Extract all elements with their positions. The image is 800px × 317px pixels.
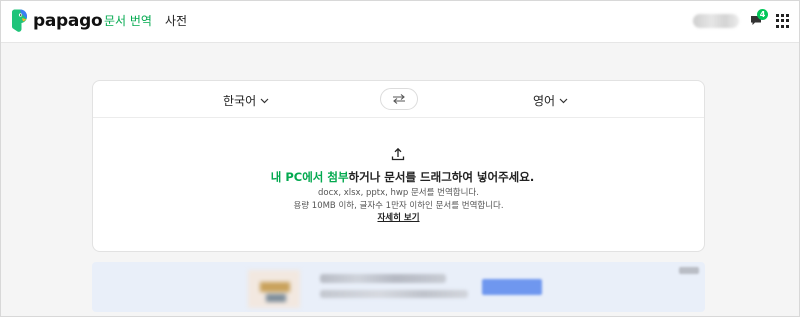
view-details-link[interactable]: 자세히 보기 — [93, 211, 704, 223]
upload-instruction-text: 하거나 문서를 드래그하여 넣어주세요. — [348, 170, 535, 184]
header-right: 4 — [693, 9, 790, 30]
file-drop-zone[interactable]: 내 PC에서 첨부하거나 문서를 드래그하여 넣어주세요. docx, xlsx… — [93, 119, 704, 252]
chevron-down-icon — [559, 98, 568, 103]
language-bar: 한국어 영어 — [93, 81, 704, 118]
ad-image — [248, 270, 300, 308]
nav-document-translation[interactable]: 문서 번역 — [104, 12, 152, 29]
chevron-down-icon — [260, 98, 269, 103]
papago-logo-icon — [12, 9, 27, 32]
notification-button[interactable]: 4 — [749, 9, 768, 30]
target-language-select[interactable]: 영어 — [533, 92, 568, 109]
ad-banner[interactable] — [92, 262, 705, 312]
top-header: papago 문서 번역 사전 4 — [0, 0, 800, 43]
size-limit-text: 용량 10MB 이하, 글자수 1만자 이하인 문서를 번역합니다. — [293, 201, 504, 211]
nav-dictionary[interactable]: 사전 — [165, 12, 187, 29]
ad-cta-button[interactable] — [482, 279, 542, 295]
user-profile-name[interactable] — [693, 14, 739, 28]
attach-from-pc-link[interactable]: 내 PC에서 첨부 — [271, 170, 349, 184]
notification-badge: 4 — [757, 9, 768, 20]
swap-languages-button[interactable] — [380, 88, 418, 110]
target-language-label: 영어 — [533, 94, 556, 108]
papago-logo[interactable]: papago — [9, 9, 103, 33]
app-name: papago — [33, 11, 103, 31]
supported-formats-text: docx, xlsx, pptx, hwp 문서를 번역합니다. — [318, 188, 479, 198]
ad-subtext — [320, 290, 468, 298]
ad-headline — [320, 274, 446, 283]
main-nav: 문서 번역 사전 — [104, 12, 187, 29]
apps-grid-icon[interactable] — [776, 14, 790, 28]
swap-icon — [393, 94, 405, 104]
document-translation-card: 한국어 영어 내 PC에서 첨부하거나 문서를 드래그하여 넣어주세요. doc… — [92, 80, 705, 252]
ad-label — [679, 267, 699, 274]
source-language-label: 한국어 — [223, 94, 257, 108]
upload-icon — [391, 147, 405, 161]
upload-instruction: 내 PC에서 첨부하거나 문서를 드래그하여 넣어주세요. — [93, 169, 704, 185]
source-language-select[interactable]: 한국어 — [223, 92, 269, 109]
